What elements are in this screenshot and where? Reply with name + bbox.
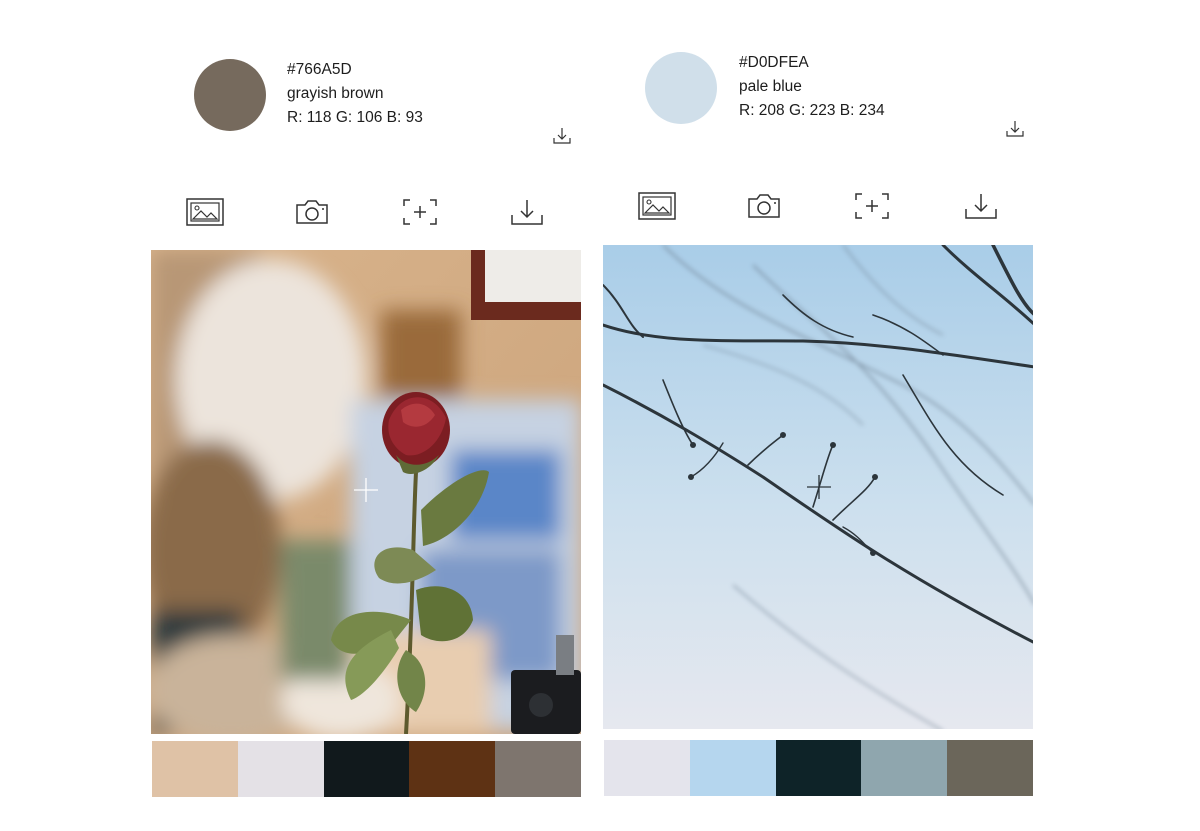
color-panel-right: #D0DFEA pale blue R: 208 G: 223 B: 234	[603, 0, 1035, 831]
color-name: grayish brown	[287, 85, 384, 102]
extracted-palette	[152, 741, 581, 797]
download-icon	[511, 200, 543, 225]
toolbar	[603, 190, 1035, 230]
photo-bare-branches[interactable]	[603, 245, 1033, 729]
camera-button[interactable]	[744, 190, 784, 222]
camera-icon	[748, 194, 780, 218]
palette-chip[interactable]	[495, 741, 581, 797]
focus-frame-button[interactable]	[852, 190, 892, 222]
color-panel-left: #766A5D grayish brown R: 118 G: 106 B: 9…	[151, 0, 583, 831]
download-button[interactable]	[961, 190, 1001, 222]
gallery-button[interactable]	[185, 196, 225, 228]
gallery-button[interactable]	[637, 190, 677, 222]
color-rgb: R: 208 G: 223 B: 234	[739, 102, 885, 119]
palette-chip[interactable]	[323, 741, 410, 797]
color-hex: #D0DFEA	[739, 54, 809, 71]
gallery-icon	[186, 198, 224, 226]
download-button[interactable]	[507, 196, 547, 228]
download-icon	[965, 194, 997, 219]
color-name: pale blue	[739, 78, 802, 95]
gallery-icon	[638, 192, 676, 220]
palette-chip[interactable]	[861, 740, 948, 796]
palette-chip[interactable]	[237, 741, 324, 797]
palette-chip[interactable]	[947, 740, 1033, 796]
camera-icon	[296, 200, 328, 224]
extracted-palette	[604, 740, 1033, 796]
photo-dried-rose[interactable]	[151, 250, 581, 734]
download-color-icon[interactable]	[552, 126, 572, 146]
camera-button[interactable]	[292, 196, 332, 228]
color-info: #D0DFEA pale blue R: 208 G: 223 B: 234	[739, 51, 885, 123]
color-rgb: R: 118 G: 106 B: 93	[287, 109, 423, 126]
focus-frame-button[interactable]	[400, 196, 440, 228]
palette-chip[interactable]	[409, 741, 496, 797]
selected-color-swatch	[645, 52, 717, 124]
palette-chip[interactable]	[689, 740, 776, 796]
palette-chip[interactable]	[152, 741, 238, 797]
toolbar	[151, 196, 583, 236]
focus-frame-icon	[855, 193, 889, 219]
color-hex: #766A5D	[287, 61, 352, 78]
palette-chip[interactable]	[775, 740, 862, 796]
palette-chip[interactable]	[604, 740, 690, 796]
focus-frame-icon	[403, 199, 437, 225]
download-color-icon[interactable]	[1005, 119, 1025, 139]
color-info: #766A5D grayish brown R: 118 G: 106 B: 9…	[287, 58, 423, 130]
selected-color-swatch	[194, 59, 266, 131]
